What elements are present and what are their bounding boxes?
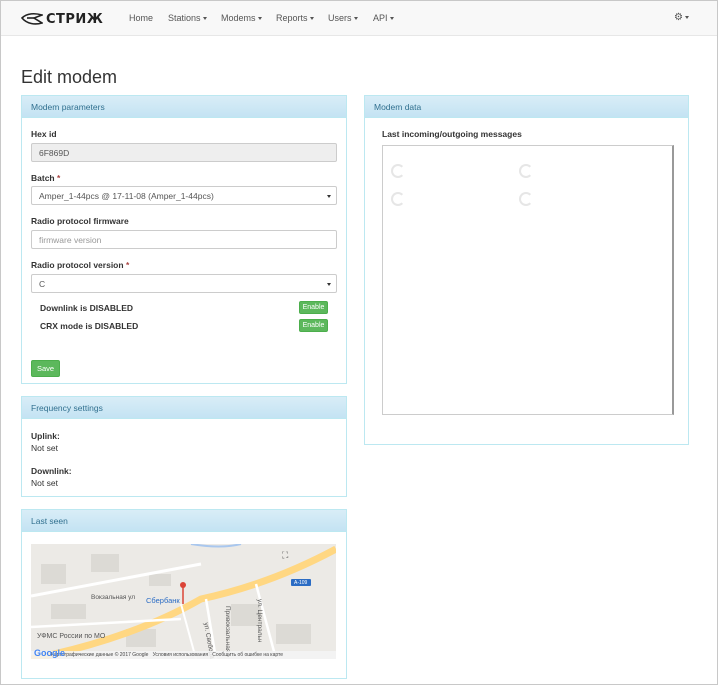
map-label-street: Вокзальная ул xyxy=(91,594,136,601)
modem-data-panel: Modem data Last incoming/outgoing messag… xyxy=(364,95,689,445)
hex-id-field[interactable]: 6F869D xyxy=(31,143,337,162)
map-terms-link[interactable]: Условия использования xyxy=(153,652,209,658)
protocol-version-select[interactable]: C xyxy=(31,274,337,293)
batch-label: Batch * xyxy=(31,173,61,183)
nav-home[interactable]: Home xyxy=(129,13,153,23)
save-button[interactable]: Save xyxy=(31,360,60,377)
chevron-down-icon xyxy=(327,195,331,198)
fullscreen-icon[interactable]: ⛶ xyxy=(282,550,288,561)
crx-status: CRX mode is DISABLED xyxy=(40,321,139,331)
frequency-settings-panel: Frequency settings Uplink: Not set Downl… xyxy=(21,396,347,497)
downlink-status: Downlink is DISABLED xyxy=(40,303,134,313)
messages-label: Last incoming/outgoing messages xyxy=(382,129,522,139)
loading-spinner-icon xyxy=(519,164,533,178)
firmware-label: Radio protocol firmware xyxy=(31,216,129,226)
map-report-link[interactable]: Сообщить об ошибке на карте xyxy=(212,652,283,658)
chevron-down-icon xyxy=(327,283,331,286)
map-footer: Картографические данные © 2017 Google Ус… xyxy=(31,651,336,659)
panel-heading: Frequency settings xyxy=(22,397,346,419)
map-attribution: Картографические данные © 2017 Google xyxy=(51,652,149,658)
messages-box[interactable] xyxy=(382,145,674,415)
map-label-fms: УФМС России по МО xyxy=(37,633,106,640)
downlink-label: Downlink: xyxy=(31,466,72,476)
page-title: Edit modem xyxy=(21,67,118,87)
protocol-version-label: Radio protocol version * xyxy=(31,260,130,270)
caret-down-icon xyxy=(684,15,689,19)
panel-heading: Modem parameters xyxy=(22,96,346,118)
enable-crx-button[interactable]: Enable xyxy=(299,319,328,332)
google-logo: Google xyxy=(34,648,65,658)
caret-down-icon xyxy=(257,17,262,21)
caret-down-icon xyxy=(309,17,314,21)
panel-heading: Last seen xyxy=(22,510,346,532)
brand-logo[interactable]: СТРИЖ xyxy=(21,10,103,28)
panel-heading: Modem data xyxy=(365,96,688,118)
nav-modems[interactable]: Modems xyxy=(221,13,262,23)
uplink-value: Not set xyxy=(31,443,58,453)
road-sign: А-109 xyxy=(294,580,308,586)
modem-parameters-panel: Modem parameters Hex id 6F869D Batch * A… xyxy=(21,95,347,384)
last-seen-panel: Last seen ⛶ Вокзальная ул Сбербанк УФМС … xyxy=(21,509,347,679)
firmware-input[interactable]: firmware version xyxy=(31,230,337,249)
caret-down-icon xyxy=(353,17,358,21)
gear-icon[interactable]: ⚙ xyxy=(674,12,689,23)
loading-spinner-icon xyxy=(391,192,405,206)
nav-users[interactable]: Users xyxy=(328,13,358,23)
map-roads xyxy=(31,544,336,659)
map-label-bank: Сбербанк xyxy=(146,596,180,605)
navbar: СТРИЖ Home Stations Modems Reports Users… xyxy=(1,1,717,36)
loading-spinner-icon xyxy=(519,192,533,206)
downlink-value: Not set xyxy=(31,478,58,488)
brand-name: СТРИЖ xyxy=(46,11,104,27)
caret-down-icon xyxy=(389,17,394,21)
nav-reports[interactable]: Reports xyxy=(276,13,314,23)
caret-down-icon xyxy=(202,17,207,21)
map-label-street-2: ул. Центральн xyxy=(256,599,263,643)
uplink-label: Uplink: xyxy=(31,431,60,441)
loading-spinner-icon xyxy=(391,164,405,178)
nav-stations[interactable]: Stations xyxy=(168,13,207,23)
map-label-street-3: Привокзальная xyxy=(224,606,231,653)
nav-api[interactable]: API xyxy=(373,13,394,23)
batch-select[interactable]: Amper_1-44pcs @ 17-11-08 (Amper_1-44pcs) xyxy=(31,186,337,205)
enable-downlink-button[interactable]: Enable xyxy=(299,301,328,314)
map[interactable]: ⛶ Вокзальная ул Сбербанк УФМС России по … xyxy=(31,544,336,659)
swift-bird-icon xyxy=(21,12,43,25)
hex-id-label: Hex id xyxy=(31,129,57,139)
